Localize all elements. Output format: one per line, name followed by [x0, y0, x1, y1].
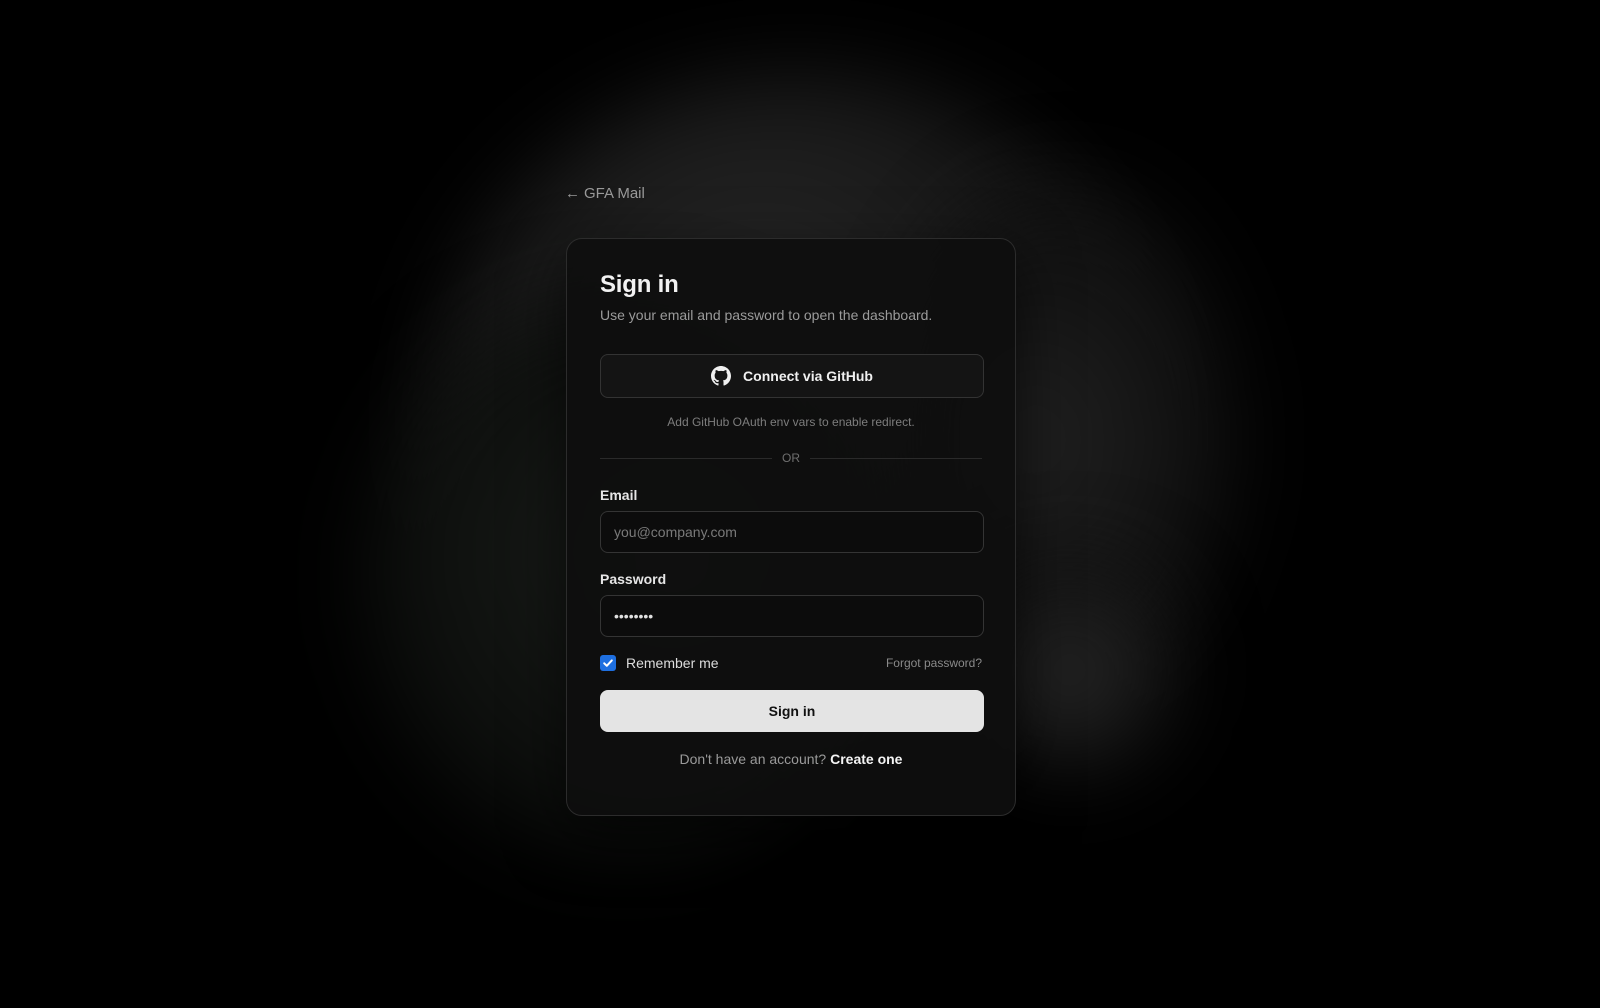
back-link-label: GFA Mail [584, 185, 645, 202]
forgot-password-link[interactable]: Forgot password? [886, 656, 982, 670]
remember-checkbox[interactable] [600, 655, 616, 671]
github-connect-label: Connect via GitHub [743, 368, 873, 384]
email-label: Email [600, 487, 638, 503]
signup-prompt: Don't have an account? [679, 751, 827, 767]
or-divider: OR [600, 451, 982, 465]
back-link[interactable]: ← GFA Mail [565, 185, 645, 202]
remember-row: Remember me Forgot password? [600, 655, 982, 671]
arrow-left-icon: ← [565, 185, 580, 202]
sign-in-button[interactable]: Sign in [600, 690, 984, 732]
github-connect-button[interactable]: Connect via GitHub [600, 354, 984, 398]
checkmark-icon [603, 659, 613, 667]
divider-line [810, 457, 982, 459]
page-title: Sign in [600, 271, 679, 298]
password-field[interactable] [600, 595, 984, 637]
page-subtitle: Use your email and password to open the … [600, 307, 933, 323]
divider-line [600, 457, 772, 459]
remember-label: Remember me [626, 655, 719, 671]
github-hint: Add GitHub OAuth env vars to enable redi… [667, 415, 915, 429]
remember-me[interactable]: Remember me [600, 655, 719, 671]
github-icon [711, 366, 732, 386]
password-label: Password [600, 571, 667, 587]
create-account-link[interactable]: Create one [830, 751, 902, 767]
divider-label: OR [782, 451, 800, 465]
signup-row: Don't have an account? Create one [600, 751, 982, 767]
sign-in-card: Sign in Use your email and password to o… [566, 238, 1016, 816]
login-page: ← GFA Mail Sign in Use your email and pa… [0, 0, 1600, 1008]
email-field[interactable] [600, 511, 984, 553]
